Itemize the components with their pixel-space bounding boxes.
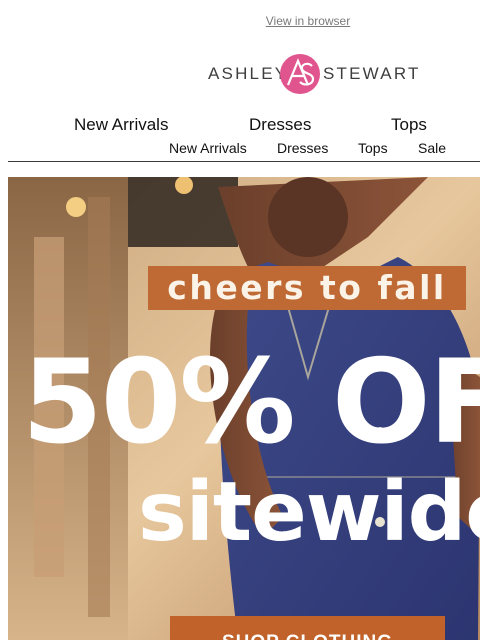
- brand-name-right: STEWART: [323, 64, 421, 83]
- brand-name-left: ASHLEY: [208, 64, 289, 83]
- secondary-nav-tops[interactable]: Tops: [358, 140, 388, 156]
- primary-nav: New Arrivals Dresses Tops: [0, 115, 480, 137]
- nav-divider: [8, 161, 480, 162]
- email-page: View in browser ASHLEY STEWART New Arriv…: [0, 0, 480, 640]
- view-in-browser-link[interactable]: View in browser: [0, 14, 480, 28]
- primary-nav-new-arrivals[interactable]: New Arrivals: [74, 115, 168, 135]
- shop-clothing-button[interactable]: SHOP CLOTHING: [170, 616, 445, 640]
- eyebrow-text: cheers to fall: [167, 268, 447, 307]
- hero-banner[interactable]: cheers to fall 50% OFF sitewide SHOP CLO…: [8, 177, 480, 640]
- secondary-nav: New Arrivals Dresses Tops Sale: [0, 140, 480, 158]
- offer-headline: 50% OFF: [22, 335, 480, 470]
- brand-logo[interactable]: ASHLEY STEWART: [206, 52, 418, 98]
- offer-subheadline: sitewide: [138, 465, 480, 560]
- brand-monogram-icon: [280, 54, 320, 94]
- secondary-nav-dresses[interactable]: Dresses: [277, 140, 328, 156]
- secondary-nav-new-arrivals[interactable]: New Arrivals: [169, 140, 247, 156]
- primary-nav-dresses[interactable]: Dresses: [249, 115, 311, 135]
- secondary-nav-sale[interactable]: Sale: [418, 140, 446, 156]
- primary-nav-tops[interactable]: Tops: [391, 115, 427, 135]
